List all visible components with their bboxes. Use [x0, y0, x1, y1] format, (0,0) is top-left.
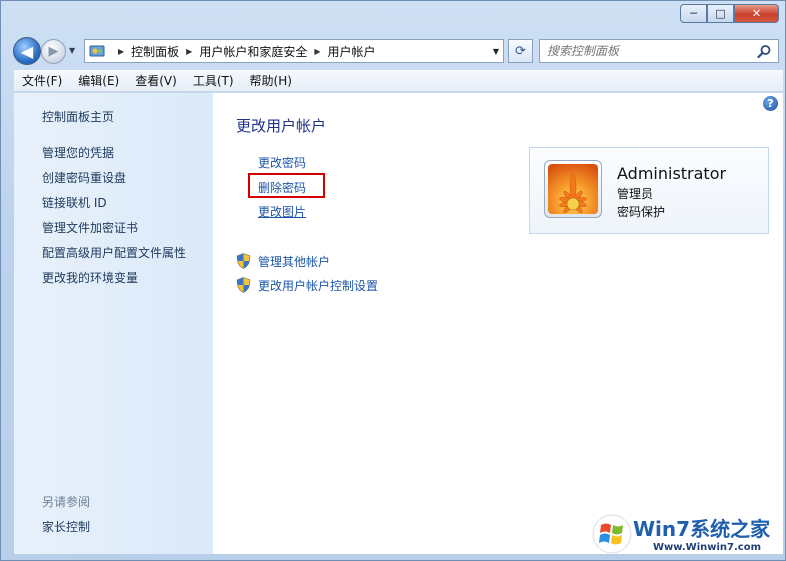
search-box[interactable]	[539, 39, 779, 63]
see-also-heading: 另请参阅	[42, 495, 91, 509]
help-icon[interactable]: ?	[763, 96, 778, 111]
address-dropdown-icon[interactable]: ▼	[493, 47, 499, 56]
breadcrumb-user-accounts-family-safety[interactable]: 用户帐户和家庭安全	[199, 43, 307, 60]
watermark: Win7系统之家 Www.Winwin7.com	[589, 509, 785, 559]
control-panel-home-link[interactable]: 控制面板主页	[42, 108, 114, 125]
maximize-button[interactable]: □	[707, 4, 734, 23]
watermark-url: Www.Winwin7.com	[653, 542, 762, 553]
content-area: 控制面板主页 管理您的凭据 创建密码重设盘 链接联机 ID 管理文件加密证书 配…	[14, 93, 783, 554]
forward-button[interactable]: ▶	[41, 39, 66, 64]
manage-credentials-link[interactable]: 管理您的凭据	[42, 144, 114, 161]
change-picture-link[interactable]: 更改图片	[258, 203, 306, 220]
search-icon[interactable]	[757, 44, 772, 59]
parental-controls-link[interactable]: 家长控制	[42, 518, 90, 535]
watermark-title: Win7系统之家	[633, 517, 771, 541]
menu-bar: 文件(F) 编辑(E) 查看(V) 工具(T) 帮助(H)	[14, 70, 783, 92]
windows-logo-icon	[592, 514, 632, 554]
manage-other-accounts-link[interactable]: 管理其他帐户	[258, 253, 330, 270]
avatar[interactable]	[544, 160, 602, 218]
environment-variables-link[interactable]: 更改我的环境变量	[42, 269, 138, 286]
menu-help[interactable]: 帮助(H)	[242, 72, 300, 89]
advanced-profile-properties-link[interactable]: 配置高级用户配置文件属性	[42, 244, 186, 261]
highlight-annotation	[248, 173, 325, 198]
recent-pages-dropdown[interactable]: ▼	[69, 46, 75, 55]
menu-file[interactable]: 文件(F)	[14, 72, 70, 89]
address-bar[interactable]: ▶ 控制面板 ▶ 用户帐户和家庭安全 ▶ 用户帐户 ▼	[84, 39, 504, 63]
uac-shield-icon	[236, 253, 251, 269]
navigation-bar: ◀ ▶ ▼ ▶ 控制面板 ▶ 用户帐户和家庭安全 ▶ 用户帐户 ▼ ⟳	[11, 37, 783, 65]
back-button[interactable]: ◀	[13, 37, 41, 65]
breadcrumb-separator[interactable]: ▶	[314, 47, 320, 56]
task-pane: 控制面板主页 管理您的凭据 创建密码重设盘 链接联机 ID 管理文件加密证书 配…	[14, 93, 213, 554]
refresh-button[interactable]: ⟳	[508, 39, 533, 63]
user-name: Administrator	[617, 164, 727, 183]
search-input[interactable]	[540, 44, 750, 58]
change-password-link[interactable]: 更改密码	[258, 154, 306, 171]
user-role: 管理员	[617, 187, 654, 201]
password-status: 密码保护	[617, 205, 666, 219]
menu-tools[interactable]: 工具(T)	[185, 72, 242, 89]
minimize-button[interactable]: ─	[680, 4, 707, 23]
control-panel-icon	[89, 45, 105, 57]
caption-buttons: ─ □ ✕	[680, 4, 779, 23]
breadcrumb-control-panel[interactable]: 控制面板	[131, 43, 179, 60]
menu-view[interactable]: 查看(V)	[127, 72, 185, 89]
link-online-id-link[interactable]: 链接联机 ID	[42, 194, 107, 211]
user-picture	[548, 164, 598, 214]
explorer-window: ─ □ ✕ ◀ ▶ ▼ ▶ 控制面板 ▶ 用户帐户和家庭安全 ▶ 用户帐户 ▼ …	[0, 0, 786, 561]
breadcrumb-user-accounts[interactable]: 用户帐户	[328, 43, 376, 60]
user-account-tile: Administrator 管理员 密码保护	[529, 147, 769, 234]
create-reset-disk-link[interactable]: 创建密码重设盘	[42, 169, 126, 186]
uac-shield-icon	[236, 277, 251, 293]
breadcrumb-separator[interactable]: ▶	[186, 47, 192, 56]
close-button[interactable]: ✕	[734, 4, 779, 23]
manage-certificates-link[interactable]: 管理文件加密证书	[42, 219, 138, 236]
breadcrumb-separator: ▶	[118, 46, 125, 56]
uac-settings-link[interactable]: 更改用户帐户控制设置	[258, 277, 378, 294]
page-title: 更改用户帐户	[236, 117, 327, 135]
menu-edit[interactable]: 编辑(E)	[70, 72, 127, 89]
